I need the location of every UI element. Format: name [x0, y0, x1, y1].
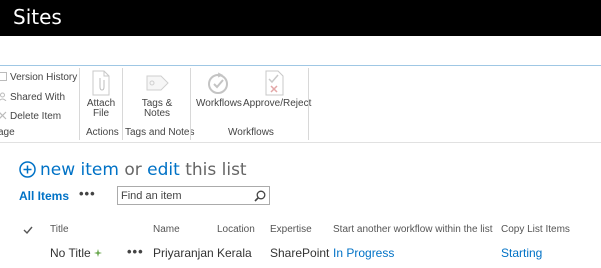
group-divider: [308, 68, 309, 140]
delete-item-label: Delete Item: [10, 111, 62, 122]
group-divider: [190, 68, 191, 140]
search-box: [117, 186, 270, 205]
list-command-bar: new item or edit this list: [19, 160, 247, 180]
ribbon: Version History Shared With Delete Item …: [0, 66, 601, 142]
row-name: Priyaranjan: [153, 246, 214, 260]
add-circle-icon[interactable]: [19, 161, 36, 183]
approve-reject-button[interactable]: Approve/Reject: [243, 70, 312, 109]
delete-item-button[interactable]: Delete Item: [0, 110, 61, 124]
workflows-group-label: Workflows: [228, 127, 274, 138]
more-views-button[interactable]: •••: [79, 186, 96, 201]
column-header-workflow[interactable]: Start another workflow within the list: [333, 224, 493, 235]
workflows-button[interactable]: Workflows: [196, 70, 242, 109]
suite-bar: Sites: [0, 0, 601, 36]
delete-icon: [0, 111, 7, 120]
tags-group-label: Tags and Notes: [125, 127, 195, 138]
actions-group-label: Actions: [86, 127, 119, 138]
view-all-items[interactable]: All Items: [19, 189, 69, 203]
new-item-icon: [94, 246, 103, 260]
attach-file-label-2: File: [92, 108, 110, 119]
manage-group-label: age: [0, 127, 15, 138]
approve-reject-icon: [243, 70, 305, 96]
workflows-label: Workflows: [196, 98, 242, 109]
search-input[interactable]: [121, 188, 251, 203]
tags-notes-button[interactable]: Tags & Notes: [135, 70, 179, 119]
view-selector: All Items •••: [19, 186, 95, 203]
ribbon-bottom-border: [0, 142, 601, 143]
row-copy-status-link[interactable]: Starting: [501, 246, 542, 260]
workflow-icon: [196, 70, 240, 96]
edit-link[interactable]: edit: [147, 160, 180, 180]
row-more-options-button[interactable]: •••: [127, 244, 144, 259]
column-header-title[interactable]: Title: [50, 224, 69, 235]
shared-with-button[interactable]: Shared With: [0, 91, 65, 105]
row-expertise: SharePoint: [270, 246, 330, 260]
approve-reject-label: Approve/Reject: [243, 98, 312, 109]
version-history-icon: [0, 72, 7, 81]
this-list-text: this list: [185, 160, 247, 180]
row-location: Kerala: [217, 246, 252, 260]
group-divider: [122, 68, 123, 140]
row-title: No Title: [50, 246, 91, 260]
new-item-link[interactable]: new item: [40, 160, 119, 180]
tag-icon: [135, 70, 179, 96]
column-header-name[interactable]: Name: [153, 224, 180, 235]
column-header-location[interactable]: Location: [217, 224, 255, 235]
version-history-label: Version History: [10, 72, 78, 83]
column-header-expertise[interactable]: Expertise: [270, 224, 312, 235]
row-workflow-status-link[interactable]: In Progress: [333, 246, 394, 260]
attach-file-button[interactable]: Attach File: [83, 70, 119, 119]
or-text: or: [124, 160, 142, 180]
attach-file-icon: [83, 70, 119, 96]
shared-with-icon: [0, 92, 7, 102]
shared-with-label: Shared With: [10, 92, 66, 103]
row-title-link[interactable]: No Title: [50, 246, 103, 260]
search-icon[interactable]: [254, 189, 266, 207]
version-history-button[interactable]: Version History: [0, 71, 77, 85]
group-divider: [79, 68, 80, 140]
site-title[interactable]: Sites: [13, 5, 62, 29]
column-header-copy-list-items[interactable]: Copy List Items: [501, 224, 570, 235]
tags-notes-label-2: Notes: [143, 108, 171, 119]
select-all-checkmark-icon[interactable]: [23, 222, 33, 240]
